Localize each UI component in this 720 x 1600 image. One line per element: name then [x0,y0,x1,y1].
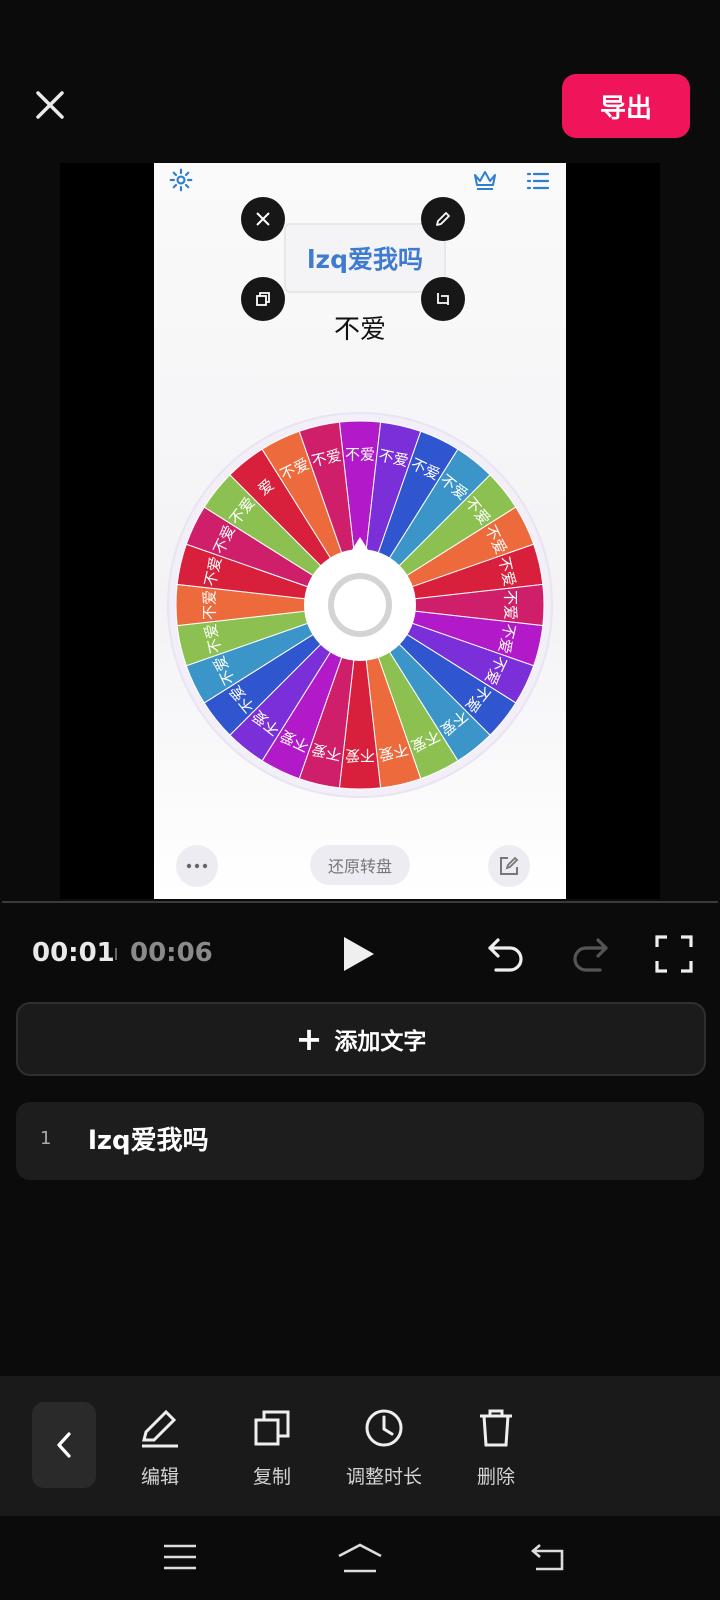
undo-icon [488,938,523,972]
more-dots-icon [186,863,208,869]
redo-icon [573,938,608,972]
play-icon [344,937,374,971]
reset-wheel-button[interactable]: 还原转盘 [310,845,410,885]
menu-icon [164,1544,196,1570]
edit-toolbar: 编辑 复制 调整时长 删除 [0,1376,720,1516]
add-text-label: 添加文字 [334,1029,427,1055]
edit-square-icon [500,856,519,875]
copy-icon [256,292,270,306]
adjust-duration-tool-label: 调整时长 [345,1466,422,1488]
back-nav-button[interactable] [530,1542,566,1576]
more-button[interactable] [176,845,218,887]
settings-icon [169,168,193,192]
close-icon [36,91,64,119]
home-nav-button[interactable] [336,1542,384,1578]
edit-wheel-button[interactable] [488,845,530,887]
toolbar-back-button[interactable] [32,1402,96,1488]
crown-icon [474,171,496,190]
clock-icon [365,1409,403,1447]
wheel-hub[interactable] [304,549,416,661]
sticker-text: lzq爱我吗 [306,245,424,274]
add-text-button[interactable]: + 添加文字 [16,1002,706,1076]
copy-icon [254,1410,290,1446]
pencil-icon [436,212,450,226]
sticker-delete-handle[interactable] [241,197,285,241]
edit-tool-label: 编辑 [140,1466,179,1488]
back-arrow-icon [531,1544,564,1571]
close-button[interactable] [30,85,70,125]
fullscreen-icon [655,935,693,973]
copy-tool-button[interactable]: 复制 [217,1406,327,1489]
copy-tool-label: 复制 [252,1466,291,1488]
export-button[interactable]: 导出 [562,74,690,138]
sticker-edit-handle[interactable] [421,197,465,241]
timeline-divider [2,901,718,903]
pencil-icon [142,1409,178,1448]
fullscreen-button[interactable] [654,934,694,978]
wheel-slice-label: 不爱 [345,446,375,464]
adjust-duration-tool-button[interactable]: 调整时长 [329,1406,439,1489]
system-navigation-bar [0,1516,720,1600]
wheel-slice-label: 不爱 [345,747,375,765]
result-text: 不爱 [333,315,386,345]
trash-icon [480,1409,512,1447]
spin-wheel[interactable]: 不爱 不爱不爱不爱不爱不爱不爱不爱不爱不爱不爱不爱不爱不爱不爱不爱不爱不爱不爱不爱… [166,411,554,799]
edit-tool-button[interactable]: 编辑 [105,1406,215,1489]
text-list-item[interactable]: 1 lzq爱我吗 [16,1102,704,1180]
delete-tool-label: 删除 [476,1466,515,1488]
home-icon [338,1543,382,1573]
plus-icon: + [295,1020,323,1058]
undo-button[interactable] [486,934,526,978]
text-item-label: lzq爱我吗 [88,1126,209,1156]
rotate-scale-icon [437,293,449,305]
total-time: 00:06 [130,938,213,968]
play-button[interactable] [338,934,378,978]
text-item-index: 1 [40,1128,52,1149]
text-sticker[interactable]: lzq爱我吗 [284,223,446,293]
delete-tool-button[interactable]: 删除 [441,1406,551,1489]
current-time: 00:01 [32,938,115,968]
time-separator [115,948,117,960]
wheel-slice-label: 不爱 [201,590,219,620]
preview-screen[interactable]: lzq爱我吗 不爱 不爱 不爱 不爱 不爱 不爱 不爱 不爱 不爱 不爱 不爱 不爱 不爱 不爱 不爱 不爱… [154,163,566,899]
list-icon [526,172,550,190]
chevron-left-icon [57,1432,71,1458]
redo-button[interactable] [570,934,610,978]
menu-nav-button[interactable] [162,1542,198,1576]
close-icon [256,212,270,226]
wheel-slice-label: 不爱 [502,590,520,620]
